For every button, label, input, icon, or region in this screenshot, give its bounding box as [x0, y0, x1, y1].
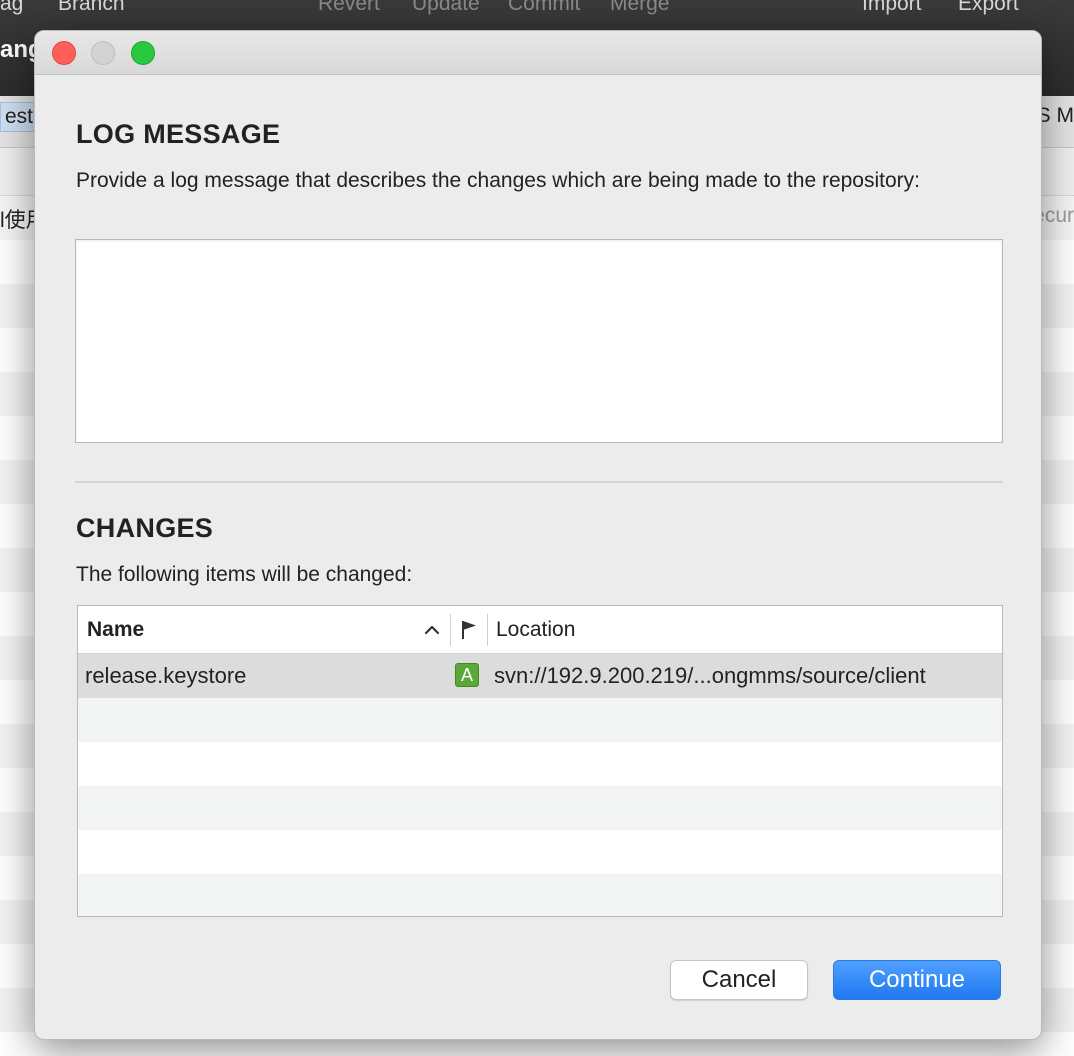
toolbar-item-commit[interactable]: Commit — [508, 0, 580, 16]
changes-table: Name Location release.keystore A svn://1… — [77, 605, 1003, 917]
status-added-badge: A — [455, 663, 479, 687]
changes-table-body: release.keystore A svn://192.9.200.219/.… — [78, 654, 1002, 916]
changes-title: CHANGES — [76, 513, 214, 543]
toolbar-item-update[interactable]: Update — [412, 0, 480, 16]
table-row[interactable]: release.keystore A svn://192.9.200.219/.… — [78, 654, 1002, 698]
toolbar-item-revert[interactable]: Revert — [318, 0, 380, 16]
toolbar-item-branch[interactable]: Branch — [58, 0, 125, 16]
row-name: release.keystore — [85, 663, 247, 688]
column-separator[interactable] — [450, 614, 451, 646]
sort-ascending-icon[interactable] — [422, 620, 442, 640]
commit-dialog: LOG MESSAGE Provide a log message that d… — [34, 30, 1042, 1040]
minimize-window-button — [91, 41, 115, 65]
column-header-name[interactable]: Name — [87, 606, 144, 654]
toolbar-item-export[interactable]: Export — [958, 0, 1019, 16]
background-tag-right: S M — [1036, 104, 1074, 127]
continue-button[interactable]: Continue — [833, 960, 1001, 1000]
log-message-description: Provide a log message that describes the… — [76, 169, 920, 192]
table-row-empty — [78, 874, 1002, 916]
cancel-button[interactable]: Cancel — [670, 960, 808, 1000]
zoom-window-button[interactable] — [131, 41, 155, 65]
changes-description: The following items will be changed: — [76, 563, 413, 586]
changes-table-header: Name Location — [78, 606, 1002, 654]
toolbar-item-tag[interactable]: ag — [0, 0, 23, 16]
flag-icon[interactable] — [458, 618, 480, 642]
row-location: svn://192.9.200.219/...ongmms/source/cli… — [494, 663, 926, 688]
section-divider — [75, 481, 1003, 483]
table-row-empty — [78, 830, 1002, 874]
table-row-empty — [78, 786, 1002, 830]
toolbar-item-merge[interactable]: Merge — [610, 0, 670, 16]
toolbar-item-import[interactable]: Import — [862, 0, 922, 16]
column-header-location[interactable]: Location — [496, 606, 575, 654]
close-window-button[interactable] — [52, 41, 76, 65]
column-separator[interactable] — [487, 614, 488, 646]
table-row-empty — [78, 742, 1002, 786]
table-row-empty — [78, 698, 1002, 742]
log-message-input[interactable] — [75, 239, 1003, 443]
log-message-title: LOG MESSAGE — [76, 119, 281, 149]
dialog-titlebar[interactable] — [35, 31, 1041, 75]
